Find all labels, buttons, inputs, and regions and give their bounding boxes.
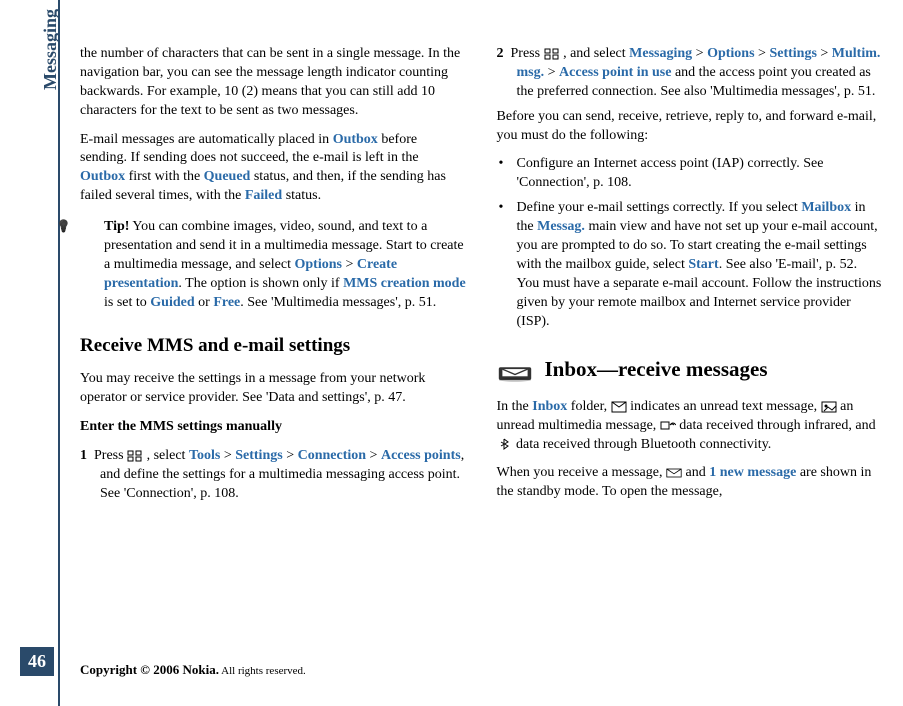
link-options: Options (295, 257, 342, 272)
page-number: 46 (20, 647, 54, 676)
link-inbox: Inbox (532, 399, 567, 414)
bluetooth-icon (497, 438, 513, 450)
unread-text-icon (611, 401, 627, 413)
link-messag: Messag. (537, 219, 585, 234)
link-outbox: Outbox (80, 169, 125, 184)
tip-block: Tip! You can combine images, video, soun… (80, 218, 467, 312)
page-sidebar: Messaging 46 (0, 0, 60, 706)
step-1: 1 Press , select Tools > Settings > Conn… (80, 447, 467, 504)
link-queued: Queued (204, 169, 251, 184)
link-access-points: Access points (381, 448, 461, 463)
inbox-icon (497, 358, 533, 382)
footer: Copyright © 2006 Nokia. All rights reser… (80, 662, 306, 678)
link-guided: Guided (150, 295, 194, 310)
link-outbox: Outbox (333, 132, 378, 147)
paragraph: Before you can send, receive, retrieve, … (497, 108, 884, 146)
copyright: Copyright © 2006 Nokia. (80, 662, 219, 677)
link-settings: Settings (235, 448, 282, 463)
link-free: Free (213, 295, 240, 310)
list-item: Configure an Internet access point (IAP)… (517, 155, 884, 193)
inbox-heading-row: Inbox—receive messages (497, 355, 884, 383)
link-mailbox: Mailbox (801, 200, 851, 215)
paragraph: In the Inbox folder, indicates an unread… (497, 398, 884, 455)
link-options: Options (707, 46, 754, 61)
paragraph: When you receive a message, and 1 new me… (497, 464, 884, 502)
heading-receive-settings: Receive MMS and e-mail settings (80, 333, 467, 359)
left-column: the number of characters that can be sen… (80, 45, 467, 646)
menu-key-icon (544, 48, 560, 60)
link-tools: Tools (189, 448, 220, 463)
right-column: 2 Press , and select Messaging > Options… (497, 45, 884, 646)
unread-mms-icon (821, 401, 837, 413)
rights-reserved: All rights reserved. (219, 665, 306, 677)
link-connection: Connection (298, 448, 366, 463)
paragraph: the number of characters that can be sen… (80, 45, 467, 121)
section-label: Messaging (40, 9, 61, 90)
heading-inbox: Inbox—receive messages (545, 355, 768, 383)
bullet-list: Configure an Internet access point (IAP)… (497, 155, 884, 331)
main-content: the number of characters that can be sen… (80, 45, 883, 646)
link-settings: Settings (769, 46, 816, 61)
tip-label: Tip! (104, 219, 129, 234)
link-start: Start (688, 257, 718, 272)
link-mms-mode: MMS creation mode (343, 276, 466, 291)
infrared-icon (660, 419, 676, 431)
link-new-message: 1 new message (709, 465, 796, 480)
link-failed: Failed (245, 188, 282, 203)
paragraph: E-mail messages are automatically placed… (80, 131, 467, 207)
step-2: 2 Press , and select Messaging > Options… (497, 45, 884, 102)
link-messaging: Messaging (629, 46, 692, 61)
list-item: Define your e-mail settings correctly. I… (517, 199, 884, 331)
envelope-icon (666, 467, 682, 479)
subheading: Enter the MMS settings manually (80, 418, 467, 437)
paragraph: You may receive the settings in a messag… (80, 370, 467, 408)
link-access-point-in-use: Access point in use (559, 65, 671, 80)
menu-key-icon (127, 450, 143, 462)
